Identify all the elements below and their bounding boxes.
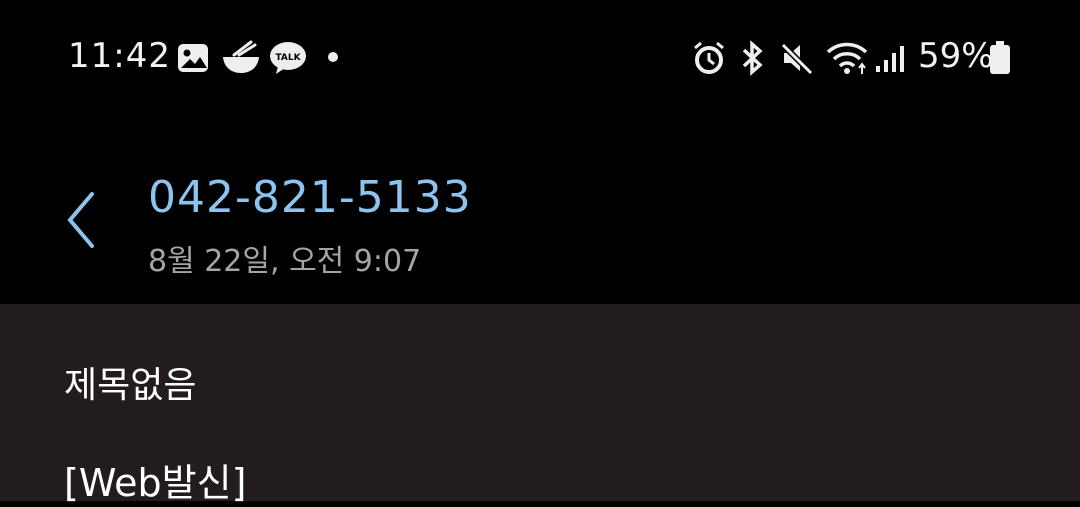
bluetooth-icon [742,40,763,76]
status-time: 11:42 [68,36,171,76]
signal-icon [876,46,904,72]
kakaotalk-label: TALK [275,53,301,63]
gallery-icon [178,44,208,72]
battery-icon [990,41,1010,74]
sender-phone-number: 042-821-5133 [148,172,472,223]
status-bar: 11:42 TALK 59% [0,0,1080,115]
message-text: [Web발신] [64,461,247,505]
back-arrow-icon[interactable] [62,190,102,250]
message-body: 제목없음 [Web발신] [0,304,1080,505]
battery-percentage: 59% [918,36,994,76]
alarm-icon [694,41,724,74]
more-dot-icon [328,52,338,62]
food-bowl-icon [223,40,259,73]
wifi-icon [826,42,868,74]
conversation-header: 042-821-5133 8월 22일, 오전 9:07 [0,150,1080,304]
mute-icon [780,42,814,76]
message-subject: 제목없음 [64,365,197,406]
kakaotalk-icon: TALK [270,42,306,74]
message-timestamp: 8월 22일, 오전 9:07 [148,244,422,279]
